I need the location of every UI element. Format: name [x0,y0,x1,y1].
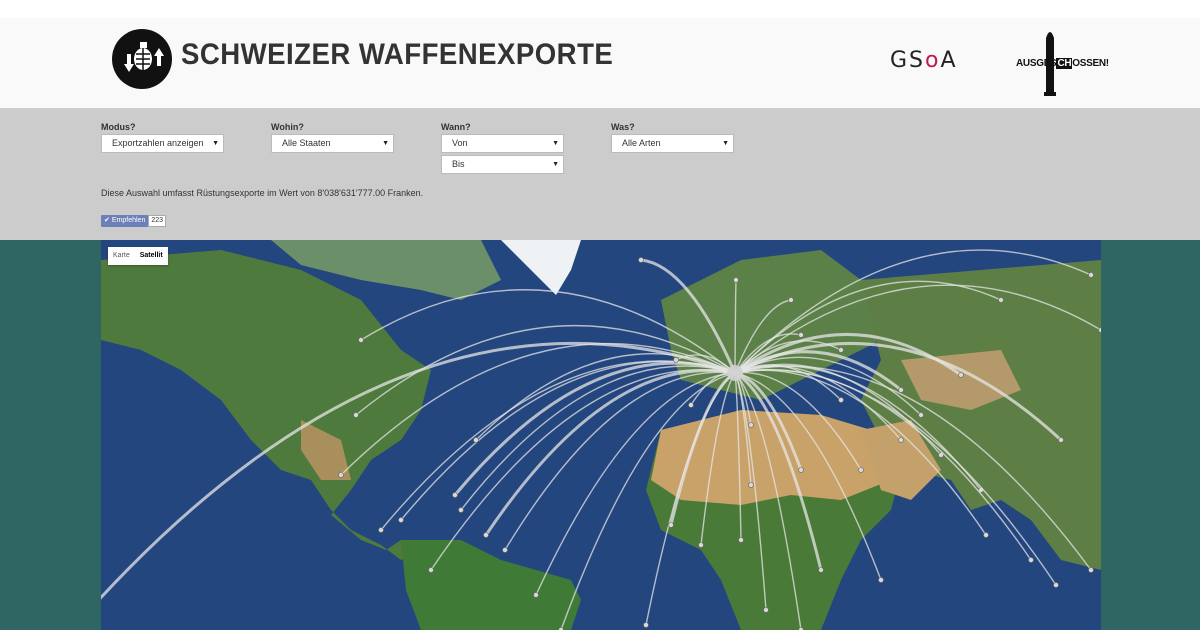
site-header: SCHWEIZER WAFFENEXPORTE GSoA AUSGESCHOSS… [0,18,1200,108]
destination-marker[interactable] [338,472,344,478]
dropdown-arrow-icon: ▼ [552,140,559,147]
was-select-value: Alle Arten [622,138,661,148]
destination-marker[interactable] [452,492,458,498]
destination-marker[interactable] [838,347,844,353]
destination-marker[interactable] [738,537,744,543]
destination-marker[interactable] [1028,557,1034,563]
filter-panel: Modus? Exportzahlen anzeigen ▼ Wohin? Al… [0,108,1200,240]
destination-marker[interactable] [688,402,694,408]
wohin-select[interactable]: Alle Staaten ▼ [271,134,394,153]
destination-marker[interactable] [958,372,964,378]
destination-marker[interactable] [1058,437,1064,443]
recommend-button[interactable]: ✔ Empfehlen [101,215,149,227]
export-map[interactable] [101,240,1101,630]
destination-marker[interactable] [378,527,384,533]
destination-marker[interactable] [858,467,864,473]
map-type-satellit[interactable]: Satellit [135,247,168,265]
map-type-toggle: Karte Satellit [108,247,168,265]
check-icon: ✔ [104,217,110,224]
wann-to-select[interactable]: Bis ▼ [441,155,564,174]
destination-marker[interactable] [998,297,1004,303]
destination-marker[interactable] [763,607,769,613]
destination-marker[interactable] [668,522,674,528]
destination-marker[interactable] [1098,327,1102,333]
destination-marker[interactable] [818,567,824,573]
selection-summary: Diese Auswahl umfasst Rüstungsexporte im… [101,188,424,198]
recommend-widget: ✔ Empfehlen 223 [101,215,167,227]
destination-marker[interactable] [1088,272,1094,278]
was-select[interactable]: Alle Arten ▼ [611,134,734,153]
destination-marker[interactable] [398,517,404,523]
destination-marker[interactable] [533,592,539,598]
switzerland-hub-marker[interactable] [727,365,743,381]
destination-marker[interactable] [788,297,794,303]
destination-marker[interactable] [898,437,904,443]
dropdown-arrow-icon: ▼ [212,140,219,147]
modus-select[interactable]: Exportzahlen anzeigen ▼ [101,134,224,153]
destination-marker[interactable] [798,467,804,473]
destination-marker[interactable] [502,547,508,553]
gsoa-logo[interactable]: GSoA [890,48,958,78]
filter-modus: Modus? Exportzahlen anzeigen ▼ [101,122,224,155]
wann-label: Wann? [441,122,471,132]
was-label: Was? [611,122,635,132]
destination-marker[interactable] [983,532,989,538]
wohin-label: Wohin? [271,122,304,132]
destination-marker[interactable] [798,332,804,338]
destination-marker[interactable] [1088,567,1094,573]
dropdown-arrow-icon: ▼ [552,161,559,168]
modus-label: Modus? [101,122,136,132]
destination-marker[interactable] [638,257,644,263]
map-type-karte[interactable]: Karte [108,247,135,265]
destination-marker[interactable] [428,567,434,573]
grenade-logo-icon[interactable] [111,28,173,90]
wann-from-value: Von [452,138,468,148]
modus-select-value: Exportzahlen anzeigen [112,138,204,148]
page-title[interactable]: SCHWEIZER WAFFENEXPORTE [181,38,613,72]
destination-marker[interactable] [748,422,754,428]
destination-marker[interactable] [1053,582,1059,588]
recommend-label: Empfehlen [111,217,146,224]
destination-marker[interactable] [698,542,704,548]
wann-to-value: Bis [452,159,465,169]
destination-marker[interactable] [733,277,739,283]
wann-from-select[interactable]: Von ▼ [441,134,564,153]
destination-marker[interactable] [458,507,464,513]
wohin-select-value: Alle Staaten [282,138,331,148]
destination-marker[interactable] [358,337,364,343]
filter-was: Was? Alle Arten ▼ [611,122,734,155]
destination-marker[interactable] [483,532,489,538]
destination-marker[interactable] [353,412,359,418]
filter-wann: Wann? Von ▼ Bis ▼ [441,122,564,176]
recommend-count: 223 [148,215,167,227]
destination-marker[interactable] [673,357,679,363]
destination-marker[interactable] [918,412,924,418]
dropdown-arrow-icon: ▼ [722,140,729,147]
top-strip [0,0,1200,18]
map-canvas[interactable] [101,240,1101,630]
destination-marker[interactable] [898,387,904,393]
filter-wohin: Wohin? Alle Staaten ▼ [271,122,394,155]
destination-marker[interactable] [643,622,649,628]
ausgeschossen-logo[interactable]: AUSGESCHOSSEN! [1016,58,1109,69]
destination-marker[interactable] [748,482,754,488]
dropdown-arrow-icon: ▼ [382,140,389,147]
destination-marker[interactable] [878,577,884,583]
destination-marker[interactable] [838,397,844,403]
destination-marker[interactable] [473,437,479,443]
